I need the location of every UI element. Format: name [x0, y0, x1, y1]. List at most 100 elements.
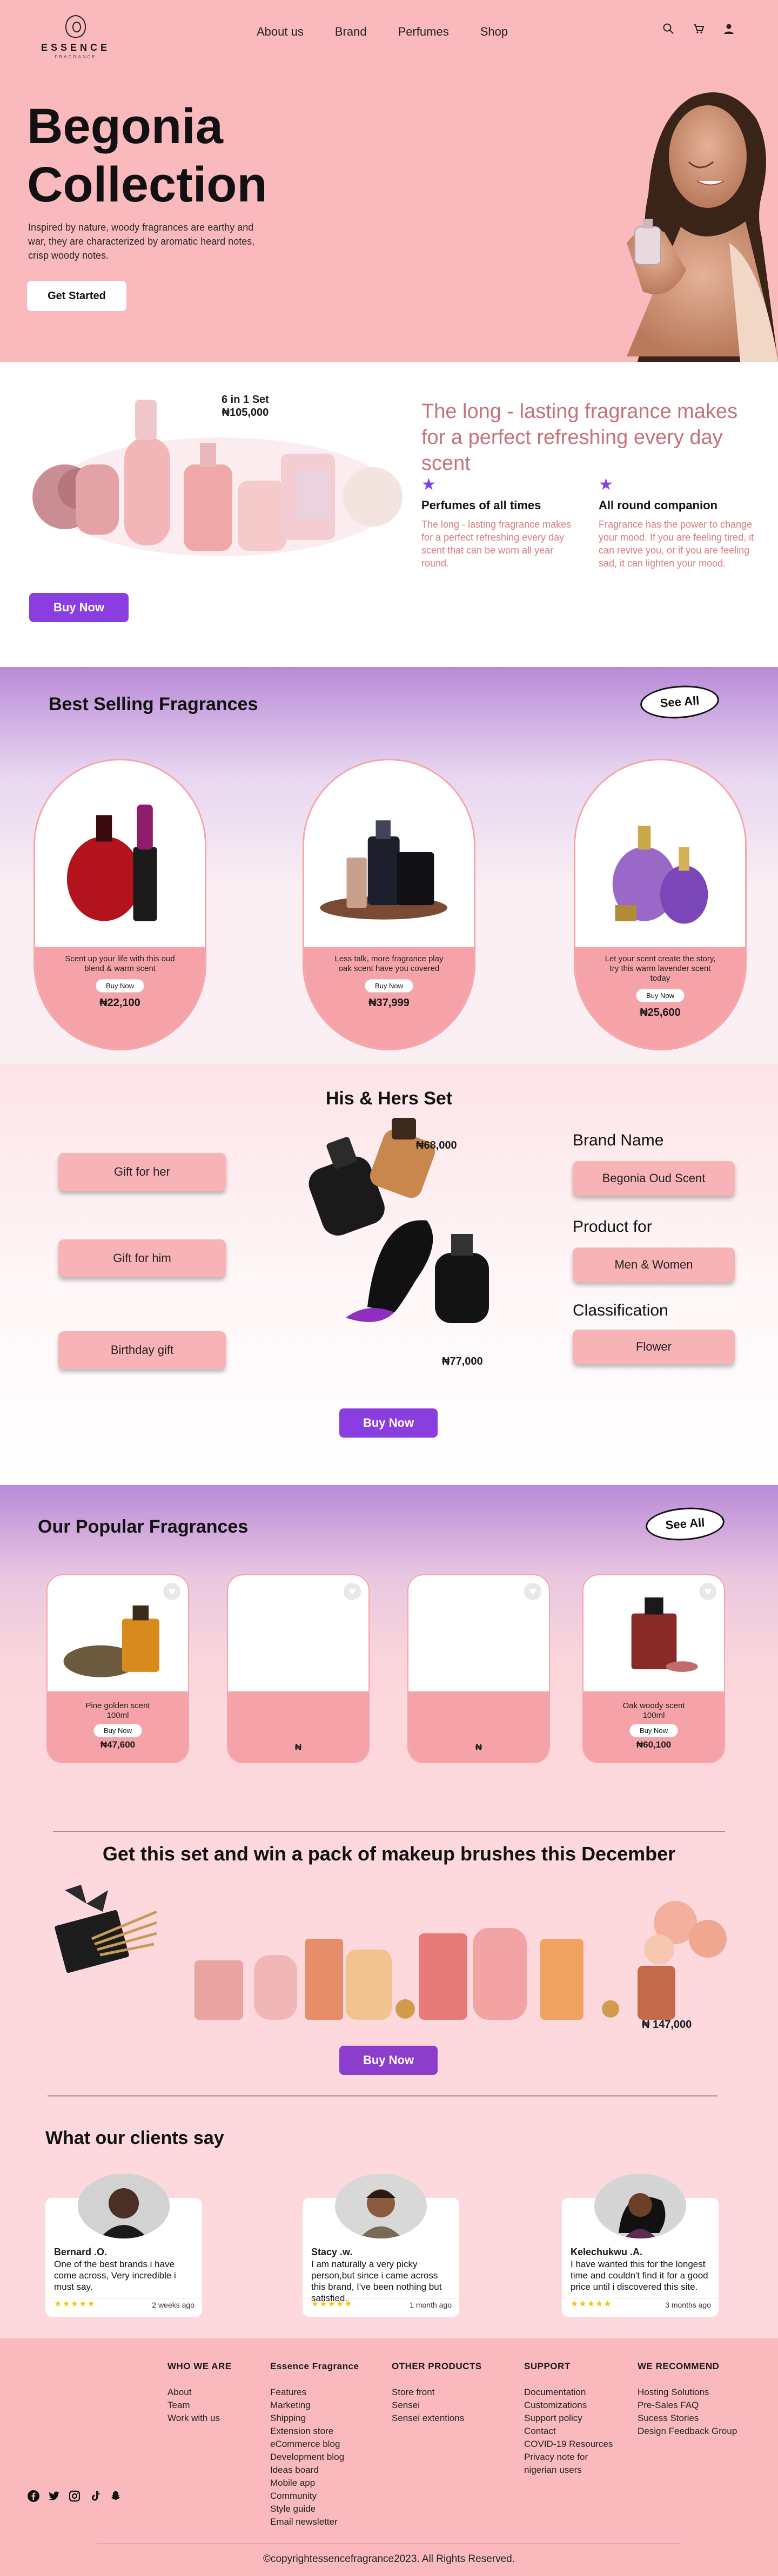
footer-link[interactable]: Sensei extentions — [392, 2412, 482, 2425]
search-icon[interactable] — [662, 23, 674, 38]
footer-link[interactable]: Hosting Solutions — [638, 2386, 737, 2399]
footer-link-work[interactable]: Work with us — [167, 2412, 232, 2425]
footer-link[interactable]: eCommerce blog — [270, 2438, 359, 2451]
footer-link[interactable]: Shipping — [270, 2412, 359, 2425]
heart-icon[interactable]: ♥ — [699, 1583, 716, 1600]
nav-perfumes[interactable]: Perfumes — [398, 25, 449, 39]
feature-all-times: ★ Perfumes of all times The long - lasti… — [421, 475, 584, 570]
see-all-button[interactable]: See All — [639, 683, 720, 721]
product-card[interactable]: Let your scent create the story, try thi… — [574, 759, 747, 1050]
gift-for-him-button[interactable]: Gift for him — [58, 1239, 226, 1277]
buy-now-button[interactable]: Buy Now — [29, 593, 129, 622]
product-desc: Let your scent create the story, try thi… — [605, 954, 716, 983]
cart-icon[interactable] — [693, 23, 705, 38]
hero-description: Inspired by nature, woody fragrances are… — [28, 222, 255, 261]
best-selling-section: Best Selling Fragrances See All Scent up… — [0, 667, 778, 1064]
review-text: I am naturally a very picky person,but s… — [311, 2259, 442, 2303]
nav-about-us[interactable]: About us — [257, 25, 304, 39]
footer-link[interactable]: Mobile app — [270, 2477, 359, 2490]
snapchat-icon[interactable] — [109, 2490, 122, 2506]
logo[interactable]: ESSENCE FRAGRANCE — [38, 15, 113, 59]
footer-link[interactable]: Features — [270, 2386, 359, 2399]
header-icons — [662, 23, 735, 38]
gift-for-her-button[interactable]: Gift for her — [58, 1153, 226, 1191]
product-price: ₦ — [294, 1742, 302, 1752]
footer-link[interactable]: Style guide — [270, 2503, 359, 2516]
footer-link[interactable]: Marketing — [270, 2399, 359, 2412]
footer-heading: Essence Fragrance — [270, 2361, 359, 2371]
avatar — [335, 2174, 427, 2238]
tiktok-icon[interactable] — [89, 2490, 102, 2506]
user-icon[interactable] — [723, 23, 735, 38]
facebook-icon[interactable] — [27, 2490, 40, 2506]
buy-now-button[interactable]: Buy Now — [339, 1408, 438, 1438]
popular-card[interactable]: ♥ ₦ — [227, 1574, 370, 1763]
hero-title: Begonia Collection — [27, 97, 267, 214]
buy-now-button[interactable]: Buy Now — [93, 1724, 143, 1737]
footer-link-about[interactable]: About — [167, 2386, 232, 2399]
product-desc-empty — [228, 1691, 368, 1740]
product-image — [304, 762, 474, 942]
footer-link[interactable]: Ideas board — [270, 2464, 359, 2477]
instagram-icon[interactable] — [68, 2490, 81, 2506]
heart-icon[interactable]: ♥ — [163, 1583, 180, 1600]
see-all-button[interactable]: See All — [645, 1505, 726, 1543]
footer-link[interactable]: Store front — [392, 2386, 482, 2399]
footer-link[interactable]: Pre-Sales FAQ — [638, 2399, 737, 2412]
footer-link[interactable]: Sucess Stories — [638, 2412, 737, 2425]
rating-stars: ★★★★★ — [311, 2299, 353, 2309]
buy-now-button[interactable]: Buy Now — [339, 2046, 438, 2075]
popular-card[interactable]: ♥ ₦ — [407, 1574, 550, 1763]
logo-icon — [65, 15, 86, 38]
footer-link[interactable]: Support policy — [524, 2412, 613, 2425]
set-offer-section: 6 in 1 Set ₦105,000 The long - lasting f… — [0, 362, 778, 667]
heart-icon[interactable]: ♥ — [344, 1583, 361, 1600]
birthday-gift-button[interactable]: Birthday gift — [58, 1331, 226, 1369]
footer-link[interactable]: Extension store — [270, 2425, 359, 2438]
buy-now-button[interactable]: Buy Now — [364, 979, 414, 993]
nav-brand[interactable]: Brand — [335, 25, 367, 39]
product-card[interactable]: Less talk, more fragrance play oak scent… — [303, 759, 475, 1050]
buy-now-button[interactable]: Buy Now — [95, 979, 145, 993]
nav-shop[interactable]: Shop — [480, 25, 508, 39]
best-selling-title: Best Selling Fragrances — [49, 694, 258, 714]
footer-link[interactable]: COVID-19 Resources — [524, 2438, 613, 2451]
popular-card-info: ₦ — [408, 1691, 549, 1762]
twitter-icon[interactable] — [48, 2490, 61, 2506]
product-desc: Less talk, more fragrance play oak scent… — [334, 954, 444, 973]
product-card[interactable]: Scent up your life with this oud blend &… — [33, 759, 206, 1050]
his-hers-perfume-image — [308, 1118, 489, 1323]
rating-stars: ★★★★★ — [54, 2299, 96, 2309]
star-icon: ★ — [599, 476, 613, 494]
footer-link[interactable]: Development blog — [270, 2451, 359, 2464]
footer-link[interactable]: Community — [270, 2490, 359, 2503]
product-for-value[interactable]: Men & Women — [573, 1247, 735, 1282]
footer-link[interactable]: Documentation — [524, 2386, 613, 2399]
footer-link[interactable]: Privacy note for — [524, 2451, 613, 2464]
popular-card[interactable]: ♥ Pine golden scent 100ml Buy Now ₦47,60… — [46, 1574, 189, 1763]
product-price: ₦25,600 — [640, 1007, 681, 1019]
testimonial-card: Stacy .w. I am naturally a very picky pe… — [303, 2174, 459, 2317]
footer-link[interactable]: Contact — [524, 2425, 613, 2438]
get-started-button[interactable]: Get Started — [27, 281, 126, 311]
brand-name-value[interactable]: Begonia Oud Scent — [573, 1161, 735, 1196]
heart-icon[interactable]: ♥ — [524, 1583, 541, 1600]
buy-now-button[interactable]: Buy Now — [635, 989, 685, 1002]
footer-link[interactable]: Email newsletter — [270, 2516, 359, 2528]
reviewer-name: Stacy .w. — [311, 2247, 353, 2257]
footer-link[interactable]: nigerian users — [524, 2464, 613, 2477]
his-hers-price-bottom: ₦77,000 — [442, 1356, 483, 1367]
feature-title: Perfumes of all times — [421, 498, 541, 512]
popular-card[interactable]: ♥ Oak woody scent 100ml Buy Now ₦60,100 — [582, 1574, 725, 1763]
buy-now-button[interactable]: Buy Now — [629, 1724, 679, 1737]
classification-value[interactable]: Flower — [573, 1330, 735, 1364]
footer-link[interactable]: Customizations — [524, 2399, 613, 2412]
hero-section: Begonia Collection Inspired by nature, w… — [0, 65, 778, 362]
footer-col-who-we-are: WHO WE ARE About Team Work with us — [167, 2361, 232, 2425]
footer-link-team[interactable]: Team — [167, 2399, 232, 2412]
footer-link[interactable]: Design Feedback Group — [638, 2425, 737, 2438]
set-price-label: 6 in 1 Set ₦105,000 — [222, 393, 269, 419]
footer-col-other-products: OTHER PRODUCTS Store front Sensei Sensei… — [392, 2361, 482, 2425]
footer-link[interactable]: Sensei — [392, 2399, 482, 2412]
product-desc-line2: 100ml — [642, 1711, 665, 1720]
